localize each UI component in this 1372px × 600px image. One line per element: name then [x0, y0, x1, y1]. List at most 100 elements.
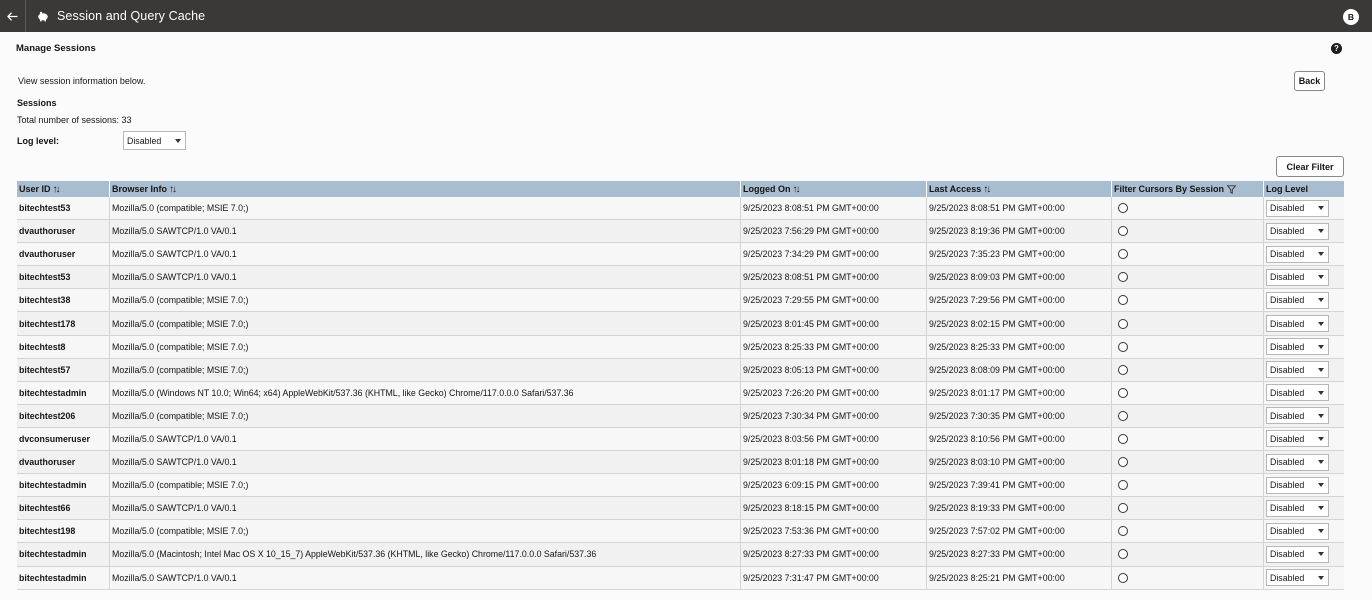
back-button[interactable]: Back	[1294, 71, 1325, 91]
row-log-level-select[interactable]: Disabled	[1266, 499, 1329, 517]
filter-cursor-radio[interactable]	[1118, 480, 1128, 491]
log-level-cell: Disabled	[1264, 405, 1344, 427]
logged-on-cell: 9/25/2023 8:08:51 PM GMT+00:00	[741, 266, 927, 289]
table-body: bitechtest53 Mozilla/5.0 (compatible; MSI…	[17, 197, 1344, 590]
browser-info-cell: Mozilla/5.0 SAWTCP/1.0 VA/0.1	[110, 427, 741, 451]
column-header-user-id[interactable]: User ID ↑↓	[17, 181, 110, 197]
chevron-down-icon	[175, 138, 181, 143]
row-log-level-select[interactable]: Disabled	[1266, 338, 1329, 356]
column-header-label: Log Level	[1266, 184, 1309, 194]
filter-cursor-radio[interactable]	[1118, 457, 1128, 468]
column-header-last-access[interactable]: Last Access ↑↓	[927, 181, 1112, 197]
row-log-level-select[interactable]: Disabled	[1266, 545, 1329, 563]
row-log-level-select[interactable]: Disabled	[1266, 361, 1329, 379]
user-id-cell: bitechtest53	[17, 266, 110, 289]
clear-filter-button[interactable]: Clear Filter	[1276, 156, 1344, 177]
user-id-cell: bitechtest206	[17, 404, 110, 427]
total-sessions-text: Total number of sessions: 33	[17, 115, 132, 125]
column-header-logged-on[interactable]: Logged On ↑↓	[741, 181, 927, 197]
column-header-browser-info[interactable]: Browser Info ↑↓	[110, 181, 741, 197]
browser-info-cell: Mozilla/5.0 (compatible; MSIE 7.0;)	[110, 197, 741, 220]
log-level-label: Log level:	[17, 136, 60, 146]
column-header-filter-cursors[interactable]: Filter Cursors By Session	[1112, 181, 1264, 197]
filter-cursor-cell	[1112, 243, 1264, 266]
back-arrow-icon[interactable]	[0, 0, 26, 32]
filter-cursor-radio[interactable]	[1118, 341, 1128, 352]
filter-cursor-cell	[1112, 497, 1264, 520]
user-id-cell: bitechtest178	[17, 312, 110, 335]
sort-icon[interactable]: ↑↓	[983, 184, 991, 195]
filter-cursor-radio[interactable]	[1118, 249, 1128, 260]
sort-icon[interactable]: ↑↓	[793, 184, 801, 195]
chevron-down-icon	[1318, 344, 1324, 349]
help-icon[interactable]: ?	[1331, 43, 1342, 54]
chevron-down-icon	[1318, 321, 1324, 326]
table-row: bitechtestadmin Mozilla/5.0 (Windows NT 1…	[17, 381, 1344, 405]
sort-icon[interactable]: ↑↓	[169, 184, 177, 195]
filter-cursor-radio[interactable]	[1118, 526, 1128, 537]
browser-info-cell: Mozilla/5.0 (compatible; MSIE 7.0;)	[110, 289, 741, 312]
table-row: bitechtestadmin Mozilla/5.0 SAWTCP/1.0 VA…	[17, 566, 1344, 590]
filter-cursor-radio[interactable]	[1118, 272, 1128, 283]
log-level-cell: Disabled	[1264, 567, 1344, 589]
filter-cursor-radio[interactable]	[1118, 295, 1128, 306]
row-log-level-select[interactable]: Disabled	[1266, 268, 1329, 286]
row-log-level-select[interactable]: Disabled	[1266, 291, 1329, 309]
row-log-level-select[interactable]: Disabled	[1266, 476, 1329, 494]
row-log-level-select[interactable]: Disabled	[1266, 222, 1329, 240]
user-avatar[interactable]: B	[1343, 9, 1359, 25]
filter-cursor-radio[interactable]	[1118, 549, 1128, 560]
filter-cursor-radio[interactable]	[1118, 364, 1128, 375]
column-header-log-level: Log Level	[1264, 181, 1344, 197]
filter-cursor-radio[interactable]	[1118, 572, 1128, 583]
filter-cursor-radio[interactable]	[1118, 433, 1128, 444]
filter-cursor-cell	[1112, 335, 1264, 358]
browser-info-cell: Mozilla/5.0 SAWTCP/1.0 VA/0.1	[110, 451, 741, 474]
filter-cursor-radio[interactable]	[1118, 503, 1128, 514]
chevron-down-icon	[1318, 529, 1324, 534]
last-access-cell: 9/25/2023 8:09:03 PM GMT+00:00	[927, 266, 1112, 289]
filter-icon[interactable]	[1227, 184, 1237, 194]
table-row: dvconsumeruser Mozilla/5.0 SAWTCP/1.0 VA/…	[17, 427, 1344, 452]
log-level-cell: Disabled	[1264, 543, 1344, 565]
piggy-bank-icon	[37, 10, 49, 22]
chevron-down-icon	[1318, 229, 1324, 234]
filter-cursor-cell	[1112, 289, 1264, 312]
filter-cursor-radio[interactable]	[1118, 387, 1128, 398]
row-log-level-select[interactable]: Disabled	[1266, 522, 1329, 540]
table-row: bitechtest66 Mozilla/5.0 SAWTCP/1.0 VA/0.…	[17, 497, 1344, 521]
sort-icon[interactable]: ↑↓	[53, 184, 61, 195]
browser-info-cell: Mozilla/5.0 (compatible; MSIE 7.0;)	[110, 520, 741, 543]
chevron-down-icon	[1318, 506, 1324, 511]
row-log-level-select[interactable]: Disabled	[1266, 407, 1329, 425]
row-log-level-value: Disabled	[1270, 249, 1305, 260]
row-log-level-value: Disabled	[1270, 433, 1305, 444]
column-header-label: Filter Cursors By Session	[1114, 184, 1225, 194]
last-access-cell: 9/25/2023 7:35:23 PM GMT+00:00	[927, 243, 1112, 266]
last-access-cell: 9/25/2023 8:27:33 PM GMT+00:00	[927, 543, 1112, 566]
row-log-level-select[interactable]: Disabled	[1266, 569, 1329, 587]
table-header: User ID ↑↓ Browser Info ↑↓ Logged On ↑↓ …	[17, 181, 1344, 197]
log-level-select[interactable]: Disabled	[123, 131, 186, 150]
filter-cursor-cell	[1112, 427, 1264, 451]
row-log-level-select[interactable]: Disabled	[1266, 453, 1329, 471]
row-log-level-select[interactable]: Disabled	[1266, 245, 1329, 263]
row-log-level-select[interactable]: Disabled	[1266, 199, 1329, 217]
filter-cursor-radio[interactable]	[1118, 318, 1128, 329]
user-id-cell: dvauthoruser	[17, 220, 110, 243]
filter-cursor-radio[interactable]	[1118, 410, 1128, 421]
logged-on-cell: 9/25/2023 7:26:20 PM GMT+00:00	[741, 381, 927, 404]
row-log-level-select[interactable]: Disabled	[1266, 315, 1329, 333]
table-row: bitechtestadmin Mozilla/5.0 (Macintosh; I…	[17, 543, 1344, 567]
chevron-down-icon	[1318, 206, 1324, 211]
row-log-level-value: Disabled	[1270, 526, 1305, 537]
table-row: bitechtest178 Mozilla/5.0 (compatible; MS…	[17, 312, 1344, 336]
log-level-cell: Disabled	[1264, 220, 1344, 242]
browser-info-cell: Mozilla/5.0 SAWTCP/1.0 VA/0.1	[110, 220, 741, 243]
filter-cursor-radio[interactable]	[1118, 203, 1128, 214]
row-log-level-select[interactable]: Disabled	[1266, 384, 1329, 402]
filter-cursor-radio[interactable]	[1118, 226, 1128, 237]
row-log-level-select[interactable]: Disabled	[1266, 430, 1329, 448]
last-access-cell: 9/25/2023 7:39:41 PM GMT+00:00	[927, 474, 1112, 497]
log-level-select-value: Disabled	[127, 135, 162, 146]
